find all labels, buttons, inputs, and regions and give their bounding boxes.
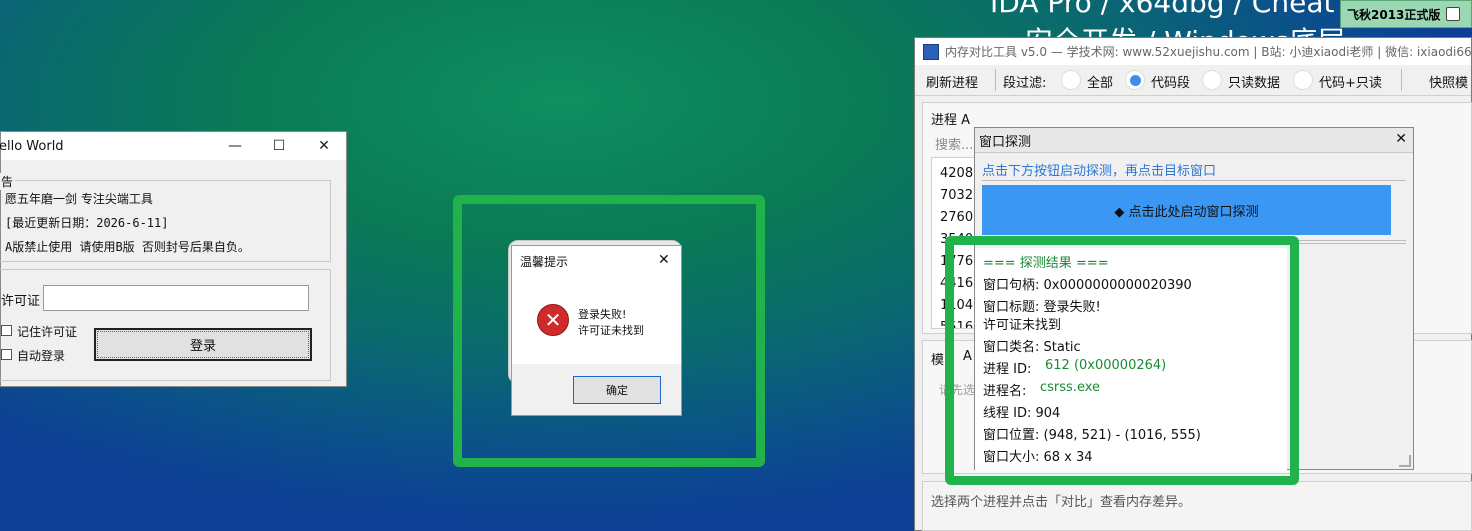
desktop-banner-line1: IDA Pro / x64dbg / Cheat (990, 0, 1335, 19)
license-label: 许可证 (1, 294, 41, 309)
probe-divider (982, 180, 1406, 181)
process-a-label: 进程 A (931, 113, 971, 128)
probe-title-bar[interactable]: 窗口探测 ✕ (975, 128, 1413, 153)
status-text: 选择两个进程并点击「对比」查看内存差异。 (931, 495, 1192, 510)
filter-label-rodata: 只读数据 (1228, 76, 1281, 91)
ok-button[interactable]: 确定 (573, 376, 661, 404)
message-title: 温馨提示 (520, 254, 569, 269)
refresh-process-button[interactable]: 刷新进程 (926, 72, 978, 91)
start-probe-button[interactable]: ◆ 点击此处启动窗口探测 (982, 185, 1391, 235)
list-item[interactable]: 2760 (940, 210, 973, 225)
message-body: ✕ 登录失败! 许可证未找到 (512, 276, 681, 364)
notice-line-2: [最近更新日期：2026-6-11] (5, 216, 169, 230)
filter-radio-code[interactable] (1125, 70, 1145, 90)
hello-title-bar[interactable]: ello World — ☐ ✕ (0, 132, 347, 160)
error-icon: ✕ (537, 304, 569, 336)
message-close-button[interactable]: ✕ (658, 252, 670, 268)
toolbar-divider (1401, 69, 1402, 91)
filter-label-code: 代码段 (1151, 76, 1191, 91)
segment-filter-label: 段过滤: (1003, 76, 1047, 91)
status-panel: 选择两个进程并点击「对比」查看内存差异。 (922, 481, 1472, 531)
filter-radio-all[interactable] (1061, 70, 1081, 90)
remember-checkbox[interactable] (1, 325, 12, 336)
chat-icon (1446, 7, 1461, 21)
minimize-button[interactable]: — (212, 132, 258, 160)
memory-toolbar: 刷新进程 段过滤: 全部 代码段 只读数据 代码+只读 快照模 (915, 65, 1471, 96)
login-button[interactable]: 登录 (94, 328, 312, 361)
feiq-badge[interactable]: 飞秋2013正式版 (1340, 0, 1472, 28)
notice-line-3: A版禁止使用 请使用B版 否则封号后果自负。 (5, 240, 250, 254)
message-line-2: 许可证未找到 (578, 324, 644, 337)
memory-title: 内存对比工具 v5.0 — 学技术网: www.52xuejishu.com |… (945, 45, 1471, 59)
memory-title-bar[interactable]: 内存对比工具 v5.0 — 学技术网: www.52xuejishu.com |… (915, 38, 1471, 65)
filter-label-code-rodata: 代码+只读 (1319, 76, 1382, 91)
process-search-input[interactable]: 搜索... (935, 134, 973, 153)
hello-world-window: ello World — ☐ ✕ 告 愿五年磨一剑 专注尖端工具 [最近更新日期… (0, 131, 347, 387)
message-box: 温馨提示 ✕ ✕ 登录失败! 许可证未找到 确定 (511, 245, 682, 416)
message-title-bar[interactable]: 温馨提示 ✕ (512, 246, 681, 276)
module-label: 模 (931, 353, 945, 368)
filter-radio-rodata[interactable] (1202, 70, 1222, 90)
app-icon (923, 43, 939, 60)
toolbar-divider (995, 69, 996, 91)
message-line-1: 登录失败! (578, 308, 627, 321)
maximize-button[interactable]: ☐ (256, 132, 302, 160)
license-input[interactable] (43, 285, 309, 311)
autologin-checkbox[interactable] (1, 349, 12, 360)
notice-line-1: 愿五年磨一剑 专注尖端工具 (5, 192, 153, 206)
remember-label: 记住许可证 (17, 325, 78, 339)
autologin-label: 自动登录 (17, 349, 66, 363)
list-item[interactable]: 7032 (940, 188, 973, 203)
feiq-badge-label: 飞秋2013正式版 (1347, 7, 1441, 22)
probe-title: 窗口探测 (979, 134, 1032, 150)
list-item[interactable]: 4208 (940, 166, 973, 181)
snapshot-mode-button[interactable]: 快照模 (1429, 72, 1468, 91)
filter-radio-code-rodata[interactable] (1293, 70, 1313, 90)
filter-label-all: 全部 (1087, 76, 1114, 91)
hello-title: ello World (0, 138, 64, 154)
resize-grip-icon[interactable] (1399, 455, 1411, 467)
probe-hint: 点击下方按钮启动探测，再点击目标窗口 (982, 164, 1217, 179)
probe-close-button[interactable]: ✕ (1395, 131, 1407, 147)
close-button[interactable]: ✕ (301, 132, 347, 160)
highlight-frame-right (945, 236, 1299, 485)
notice-legend: 告 (0, 173, 16, 190)
